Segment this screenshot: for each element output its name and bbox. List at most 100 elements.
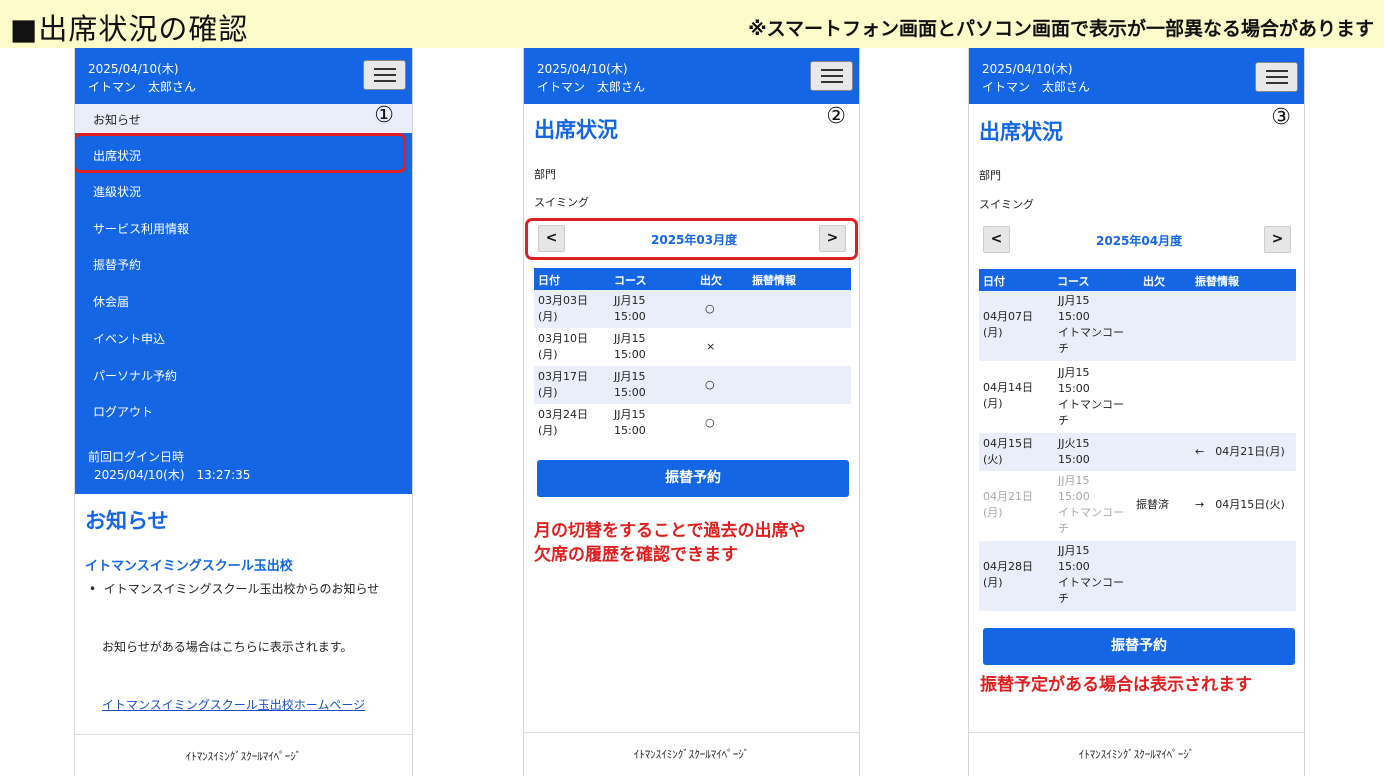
table-row: 03月03日 (月) JJ月15 15:00 ○ (534, 290, 851, 328)
table-row: 04月21日 (月) JJ月15 15:00 イトマンコーチ 振替済 → 04月15日… (979, 471, 1296, 541)
col-course: コース (1057, 275, 1090, 288)
row-course: JJ月15 15:00 イトマンコーチ (1058, 294, 1124, 355)
attendance-heading: 出席状況 (979, 120, 1063, 144)
annotation-line1: 月の切替をすることで過去の出席や (534, 521, 806, 541)
nav-item-service[interactable]: サービス利用情報 (93, 220, 189, 237)
row-date: 03月10日 (月) (538, 332, 588, 361)
row-transfer-info: ← 04月21日(月) (1195, 445, 1285, 458)
table-row: 04月28日 (月) JJ月15 15:00 イトマンコーチ (979, 541, 1296, 611)
next-month-button[interactable]: > (1264, 226, 1291, 253)
highlight-box (75, 133, 406, 173)
nav-item-personal[interactable]: パーソナル予約 (93, 367, 177, 384)
footer: ｲﾄﾏﾝｽｲﾐﾝｸﾞｽｸｰﾙﾏｲﾍﾟｰｼﾞ (969, 732, 1304, 776)
phone-screen-attendance-march: 2025/04/10(木) イトマン 太郎さん 出席状況 ② 部門 スイミング … (523, 48, 860, 776)
nav-item-logout[interactable]: ログアウト (93, 403, 153, 420)
row-date: 04月21日 (月) (983, 490, 1033, 519)
table-row: 03月10日 (月) JJ月15 15:00 × (534, 328, 851, 366)
header-date: 2025/04/10(木) (982, 62, 1073, 76)
table-header: 日付 コース 出欠 振替情報 (534, 268, 851, 290)
col-transfer: 振替情報 (752, 274, 796, 287)
notice-text: お知らせがある場合はこちらに表示されます。 (102, 640, 353, 654)
row-transfer-info: → 04月15日(火) (1195, 498, 1285, 511)
annotation-line2: 欠席の履歴を確認できます (534, 545, 738, 565)
hamburger-icon[interactable] (1255, 62, 1298, 92)
homepage-link[interactable]: イトマンスイミングスクール玉出校ホームページ (102, 696, 365, 713)
table-row: 04月14日 (月) JJ月15 15:00 イトマンコーチ (979, 361, 1296, 433)
row-date: 04月07日 (月) (983, 310, 1033, 339)
page-note: ※スマートフォン画面とパソコン画面で表示が一部異なる場合があります (748, 18, 1374, 40)
col-course: コース (614, 274, 647, 287)
row-course: JJ月15 15:00 (614, 294, 646, 323)
nav-item-progress[interactable]: 進級状況 (93, 183, 141, 200)
transfer-reserve-button[interactable]: 振替予約 (983, 628, 1295, 665)
step-number: ① (374, 103, 394, 128)
col-attendance: 出欠 (700, 274, 722, 287)
row-date: 04月15日 (火) (983, 437, 1033, 466)
header-user: イトマン 太郎さん (537, 80, 646, 94)
col-date: 日付 (538, 274, 560, 287)
last-login-value: 2025/04/10(木) 13:27:35 (94, 468, 251, 482)
row-date: 03月03日 (月) (538, 294, 588, 323)
row-course: JJ月15 15:00 イトマンコーチ (1058, 544, 1124, 605)
table-header: 日付 コース 出欠 振替情報 (979, 269, 1296, 291)
row-course: JJ月15 15:00 (614, 370, 646, 399)
row-date: 04月28日 (月) (983, 560, 1033, 589)
footer: ｲﾄﾏﾝｽｲﾐﾝｸﾞｽｸｰﾙﾏｲﾍﾟｰｼﾞ (524, 732, 859, 776)
app-header: 2025/04/10(木) イトマン 太郎さん (75, 48, 412, 104)
phone-screen-menu: 2025/04/10(木) イトマン 太郎さん お知らせ 出席状況 進級状況 サ… (74, 48, 413, 776)
col-attendance: 出欠 (1143, 275, 1165, 288)
table-row: 04月07日 (月) JJ月15 15:00 イトマンコーチ (979, 291, 1296, 361)
row-date: 03月17日 (月) (538, 370, 588, 399)
annotation: 振替予定がある場合は表示されます (980, 675, 1252, 695)
row-course: JJ月15 15:00 イトマンコーチ (1058, 366, 1124, 427)
header-user: イトマン 太郎さん (88, 80, 197, 94)
header-date: 2025/04/10(木) (537, 62, 628, 76)
phone-screen-attendance-april: 2025/04/10(木) イトマン 太郎さん 出席状況 ③ 部門 スイミング … (968, 48, 1305, 776)
col-date: 日付 (983, 275, 1005, 288)
row-attendance: ○ (705, 416, 715, 429)
row-attendance: ○ (705, 378, 715, 391)
row-course: JJ火15 15:00 (1058, 437, 1090, 466)
dept-label: 部門 (979, 169, 1001, 182)
transfer-reserve-button[interactable]: 振替予約 (537, 460, 849, 497)
row-date: 04月14日 (月) (983, 381, 1033, 410)
prev-month-button[interactable]: < (983, 226, 1010, 253)
instruction-banner: ■出席状況の確認 ※スマートフォン画面とパソコン画面で表示が一部異なる場合があり… (0, 0, 1384, 48)
prev-month-button[interactable]: < (538, 225, 565, 252)
nav-item-leave[interactable]: 休会届 (93, 293, 129, 310)
attendance-heading: 出席状況 (534, 118, 618, 142)
notice-bullet-text: イトマンスイミングスクール玉出校からのお知らせ (103, 582, 380, 596)
dept-label: 部門 (534, 168, 556, 181)
table-row: 03月17日 (月) JJ月15 15:00 ○ (534, 366, 851, 404)
notice-bullet: • イトマンスイミングスクール玉出校からのお知らせ (89, 582, 380, 596)
table-row: 03月24日 (月) JJ月15 15:00 ○ (534, 404, 851, 442)
month-label: 2025年04月度 (1096, 234, 1183, 248)
hamburger-icon[interactable] (810, 61, 853, 91)
header-user: イトマン 太郎さん (982, 80, 1091, 94)
row-attendance: ○ (705, 302, 715, 315)
step-number: ② (826, 104, 846, 129)
nav-item-transfer[interactable]: 振替予約 (93, 256, 141, 273)
app-header: 2025/04/10(木) イトマン 太郎さん (524, 48, 859, 104)
row-course: JJ月15 15:00 (614, 332, 646, 361)
table-row: 04月15日 (火) JJ火15 15:00 ← 04月21日(月) (979, 433, 1296, 471)
header-date: 2025/04/10(木) (88, 62, 179, 76)
dept-value: スイミング (979, 198, 1034, 211)
nav-item-notice[interactable]: お知らせ (93, 111, 141, 128)
school-name: イトマンスイミングスクール玉出校 (85, 559, 293, 574)
page-title: ■出席状況の確認 (10, 12, 249, 46)
row-course: JJ月15 15:00 (614, 408, 646, 437)
col-transfer: 振替情報 (1195, 275, 1239, 288)
row-date: 03月24日 (月) (538, 408, 588, 437)
hamburger-icon[interactable] (363, 60, 406, 90)
row-attendance: × (706, 340, 716, 353)
row-course: JJ月15 15:00 イトマンコーチ (1058, 474, 1124, 535)
app-header: 2025/04/10(木) イトマン 太郎さん (969, 48, 1304, 104)
next-month-button[interactable]: > (819, 225, 846, 252)
dept-value: スイミング (534, 196, 589, 209)
month-label: 2025年03月度 (651, 233, 738, 247)
nav-item-event[interactable]: イベント申込 (93, 330, 165, 347)
footer: ｲﾄﾏﾝｽｲﾐﾝｸﾞｽｸｰﾙﾏｲﾍﾟｰｼﾞ (75, 734, 412, 776)
row-attendance: 振替済 (1136, 498, 1169, 511)
last-login-label: 前回ログイン日時 (88, 450, 185, 464)
